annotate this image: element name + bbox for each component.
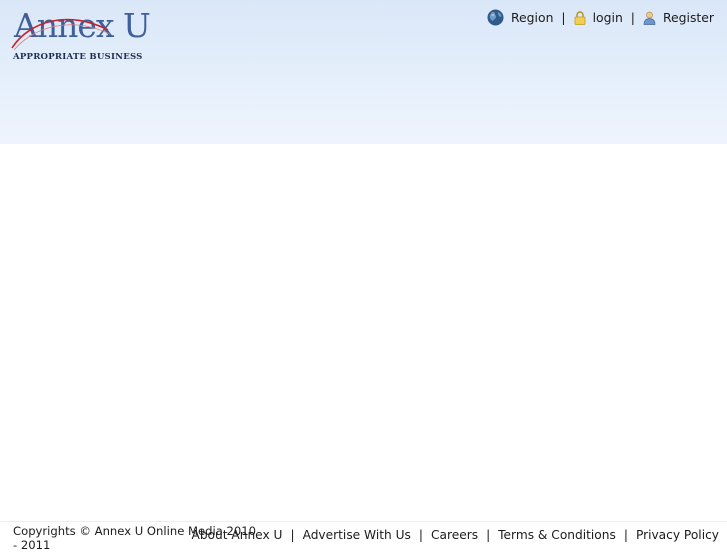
site-logo[interactable]: Annex U APPROPRIATE BUSINESS	[10, 6, 151, 64]
register-link[interactable]: Register	[643, 10, 714, 25]
footer-link-advertise[interactable]: Advertise With Us	[303, 528, 411, 542]
region-link-label: Region	[511, 10, 554, 25]
logo-tagline: APPROPRIATE BUSINESS	[13, 52, 143, 62]
login-link[interactable]: login	[574, 10, 623, 25]
site-header: Annex U APPROPRIATE BUSINESS Region | lo…	[0, 0, 727, 144]
footer-separator: |	[290, 528, 295, 542]
login-link-label: login	[592, 10, 623, 25]
footer-separator: |	[418, 528, 423, 542]
footer-separator: |	[623, 528, 628, 542]
footer-link-careers[interactable]: Careers	[431, 528, 478, 542]
region-link[interactable]: Region	[487, 9, 553, 26]
lock-icon	[574, 10, 586, 25]
header-links: Region | login | Register	[487, 9, 714, 26]
logo-swoosh-icon	[11, 18, 111, 51]
header-separator: |	[630, 10, 635, 25]
footer-separator: |	[486, 528, 491, 542]
globe-icon	[487, 9, 504, 26]
user-icon	[643, 11, 656, 25]
footer-links: About Annex U | Advertise With Us | Care…	[191, 528, 719, 542]
footer-link-privacy[interactable]: Privacy Policy	[636, 528, 719, 542]
register-link-label: Register	[662, 10, 714, 25]
header-separator: |	[561, 10, 566, 25]
site-footer: Copyrights © Annex U Online Media 2010 -…	[0, 521, 727, 552]
footer-link-about[interactable]: About Annex U	[191, 528, 282, 542]
footer-link-terms[interactable]: Terms & Conditions	[498, 528, 616, 542]
